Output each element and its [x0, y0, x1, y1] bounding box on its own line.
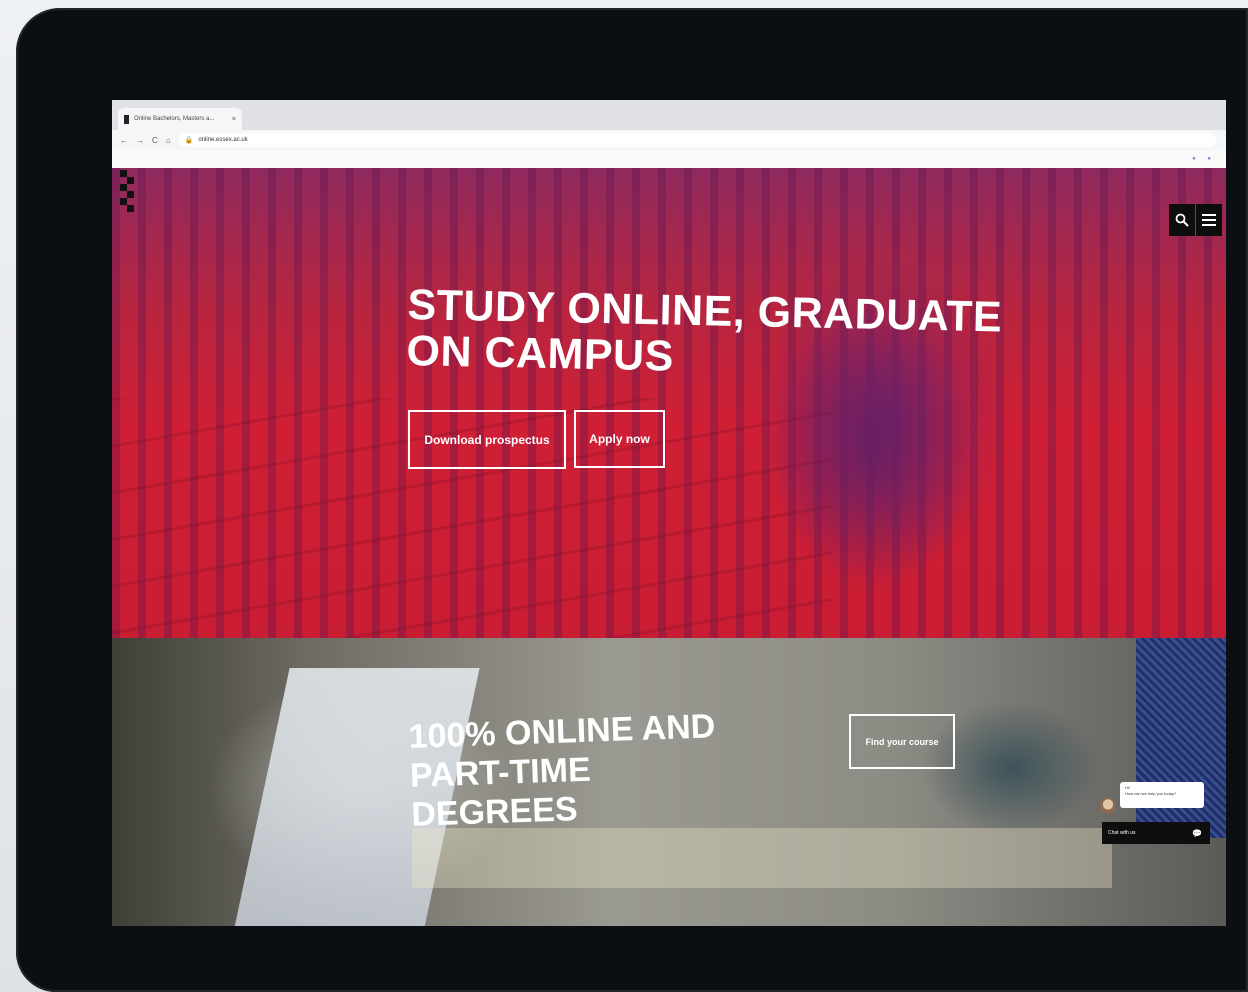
hero-title: STUDY ONLINE, GRADUATE ON CAMPUS: [406, 281, 1003, 381]
monitor-bezel: Online Bachelors, Masters a... × ← → C ⌂…: [16, 8, 1248, 992]
apply-now-button[interactable]: Apply now: [574, 410, 665, 468]
browser-tab[interactable]: Online Bachelors, Masters a... ×: [118, 108, 242, 130]
lock-icon: 🔒: [184, 137, 194, 144]
forward-icon[interactable]: →: [136, 136, 144, 145]
home-icon[interactable]: ⌂: [166, 136, 171, 145]
background-desk: [412, 828, 1112, 888]
page-top-strip: [112, 150, 1226, 169]
screen: Online Bachelors, Masters a... × ← → C ⌂…: [112, 100, 1226, 926]
favicon-icon: [124, 114, 129, 124]
find-your-course-button[interactable]: Find your course: [849, 714, 955, 769]
menu-icon[interactable]: [1196, 204, 1222, 236]
download-prospectus-button[interactable]: Download prospectus: [408, 410, 566, 469]
chat-question: How can we help you today?: [1125, 791, 1177, 796]
extension-icons[interactable]: ● ●: [1192, 156, 1216, 162]
online-degrees-section: 100% ONLINE AND PART-TIME DEGREES Find y…: [112, 638, 1226, 926]
tab-title: Online Bachelors, Masters a...: [134, 116, 215, 122]
chat-avatar[interactable]: [1100, 798, 1116, 814]
browser-toolbar: ← → C ⌂ 🔒 online.essex.ac.uk: [112, 130, 1226, 150]
hero-section: STUDY ONLINE, GRADUATE ON CAMPUS Downloa…: [112, 168, 1226, 638]
online-degrees-title: 100% ONLINE AND PART-TIME DEGREES: [408, 707, 716, 834]
header-icons: [1168, 204, 1222, 236]
hero-background-person: [692, 218, 1062, 638]
background-shirt: [1136, 638, 1226, 838]
back-icon[interactable]: ←: [120, 136, 128, 145]
search-icon[interactable]: [1169, 204, 1195, 236]
address-bar[interactable]: 🔒 online.essex.ac.uk: [178, 133, 1216, 147]
reload-icon[interactable]: C: [152, 136, 158, 145]
chat-bar-label: Chat with us: [1108, 830, 1136, 836]
chat-bar[interactable]: Chat with us 💬: [1102, 822, 1210, 844]
chat-icon: 💬: [1192, 828, 1202, 838]
url-text: online.essex.ac.uk: [198, 137, 248, 143]
tab-close-icon[interactable]: ×: [232, 116, 236, 123]
browser-chrome: Online Bachelors, Masters a... × ← → C ⌂…: [112, 100, 1226, 169]
chat-greeting-bubble[interactable]: Hi! How can we help you today?: [1120, 782, 1204, 808]
university-logo[interactable]: [120, 170, 136, 218]
